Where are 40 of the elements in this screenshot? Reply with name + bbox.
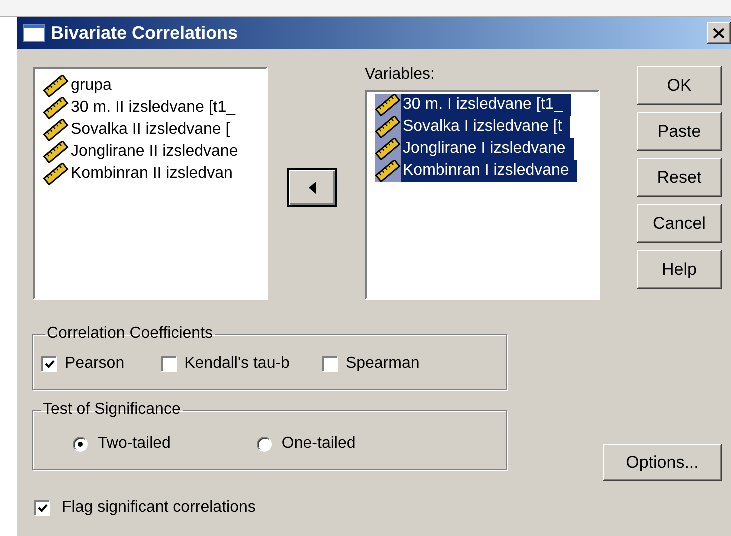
checkmark-icon <box>38 504 48 513</box>
dialog-button[interactable]: Help <box>637 250 722 289</box>
radio-button[interactable] <box>73 436 88 452</box>
ruler-icon <box>375 138 401 160</box>
radio-label: Two-tailed <box>98 434 171 454</box>
variable-item[interactable]: Jonglirane II izsledvane <box>43 141 266 163</box>
options-button[interactable]: Options... <box>603 444 722 481</box>
checkbox-label: Kendall's tau-b <box>184 354 290 374</box>
variable-item[interactable]: 30 m. II izsledvane [t1_ <box>43 97 266 119</box>
variable-item[interactable]: grupa <box>43 75 266 97</box>
dialog-button[interactable]: Cancel <box>637 204 722 243</box>
checkbox[interactable] <box>322 356 338 372</box>
radio-button[interactable] <box>256 436 272 452</box>
group-title: Correlation Coefficients <box>46 324 214 344</box>
checkbox[interactable] <box>41 356 57 372</box>
ruler-icon <box>375 94 401 116</box>
close-button[interactable] <box>707 22 731 44</box>
checkbox-label: Pearson <box>65 354 125 374</box>
checkbox[interactable] <box>34 500 50 516</box>
window-title: Bivariate Correlations <box>51 22 238 44</box>
checkbox-label: Spearman <box>346 354 420 374</box>
variable-item[interactable]: Sovalka II izsledvane [ <box>43 119 266 141</box>
dialog-button[interactable]: Paste <box>637 112 722 151</box>
window-icon <box>23 24 45 42</box>
ruler-icon <box>375 160 401 182</box>
ruler-icon <box>375 116 401 138</box>
move-button[interactable] <box>287 168 337 207</box>
source-variable-list[interactable]: grupa 30 m. II izsledvane [t1_ Sovalka II izsledvane [ Jonglirane II izsledvane Kombinran II izsledvan <box>33 67 268 300</box>
dialog-button[interactable]: Reset <box>637 158 722 197</box>
dialog-button[interactable]: OK <box>637 66 722 105</box>
variable-item[interactable]: Kombinran II izsledvan <box>43 163 266 185</box>
left-arrow-icon <box>308 182 316 194</box>
group-title: Test of Significance <box>42 400 182 420</box>
close-icon <box>713 28 725 38</box>
checkbox-label: Flag significant correlations <box>62 498 256 518</box>
checkbox[interactable] <box>160 356 177 372</box>
variables-label: Variables: <box>365 65 436 85</box>
checkmark-icon <box>44 360 54 369</box>
radio-label: One-tailed <box>282 434 356 454</box>
variables-list[interactable]: 30 m. I izsledvane [t1_ Sovalka I izsledvane [t Jonglirane I izsledvane Kombinran I izsledvane <box>365 90 600 300</box>
